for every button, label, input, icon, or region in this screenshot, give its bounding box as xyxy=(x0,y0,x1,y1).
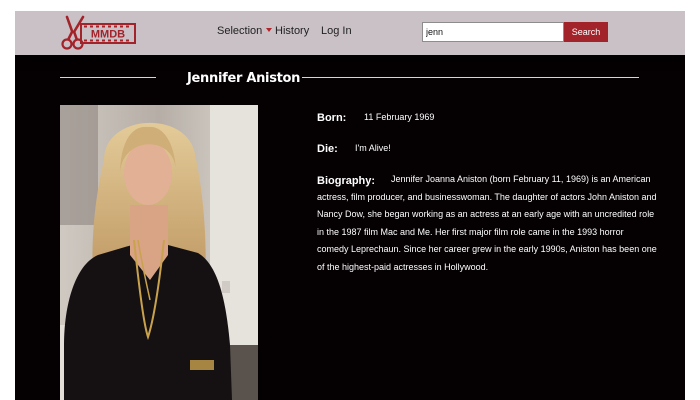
caret-down-icon xyxy=(266,28,273,32)
search-input[interactable] xyxy=(422,22,564,42)
search-button[interactable]: Search xyxy=(564,22,608,42)
title-divider-left xyxy=(60,77,156,78)
logo-text: MMDB xyxy=(91,29,125,41)
born-label: Born: xyxy=(317,112,347,124)
nav-selection-dropdown[interactable]: Selection xyxy=(217,25,273,37)
page-title: Jennifer Aniston xyxy=(187,71,301,86)
born-value: 11 February 1969 xyxy=(364,112,435,122)
nav-selection-label: Selection xyxy=(217,25,263,37)
nav-login-link[interactable]: Log In xyxy=(321,25,352,37)
scissors-icon xyxy=(61,15,85,50)
title-divider-right xyxy=(302,77,639,78)
biography-text: Jennifer Joanna Aniston (born February 1… xyxy=(317,174,657,272)
profile-photo xyxy=(60,105,258,400)
die-label: Die: xyxy=(317,143,338,155)
die-value: I'm Alive! xyxy=(355,143,391,153)
nav-history-link[interactable]: History xyxy=(275,25,309,37)
biography-block: Jennifer Joanna Aniston (born February 1… xyxy=(317,171,657,276)
app-frame: MMDB Selection History Log In Search Jen… xyxy=(15,11,685,400)
navbar: MMDB Selection History Log In Search xyxy=(15,11,685,55)
mmdb-logo[interactable]: MMDB xyxy=(59,15,137,51)
